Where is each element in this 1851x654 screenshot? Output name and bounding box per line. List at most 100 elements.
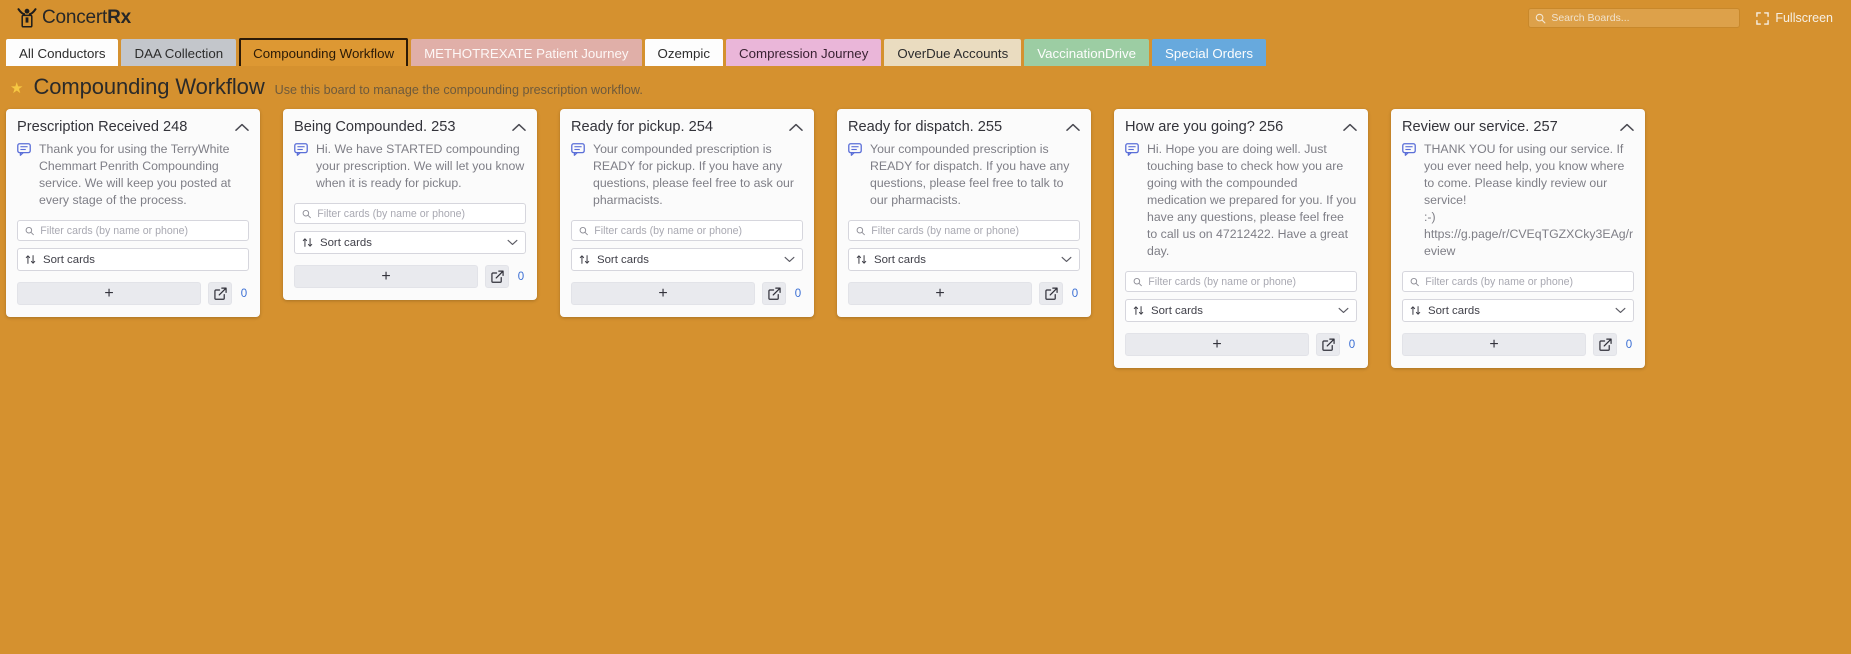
- sort-cards-label: Sort cards: [320, 236, 372, 249]
- add-card-button[interactable]: +: [571, 282, 755, 305]
- tab-all-conductors[interactable]: All Conductors: [6, 39, 119, 66]
- tab-overdue-accounts[interactable]: OverDue Accounts: [884, 39, 1022, 66]
- add-card-button[interactable]: +: [848, 282, 1032, 305]
- sort-arrows-icon: [1410, 306, 1421, 315]
- chevron-down-icon[interactable]: [1061, 256, 1072, 263]
- search-icon: [1133, 277, 1142, 286]
- plus-icon: +: [1489, 335, 1499, 353]
- column-title: Review our service. 257: [1402, 119, 1558, 135]
- sort-arrows-icon: [856, 255, 867, 264]
- filter-cards-field[interactable]: [17, 220, 249, 241]
- card-count-badge[interactable]: 0: [1347, 339, 1357, 351]
- tab-label: Ozempic: [657, 45, 711, 61]
- brand-logo-area[interactable]: ConcertRx: [14, 5, 131, 31]
- tab-compression-journey[interactable]: Compression Journey: [726, 39, 882, 66]
- star-icon[interactable]: ★: [10, 79, 23, 97]
- board-column: How are you going? 256 Hi. Hope you are …: [1114, 109, 1368, 368]
- sort-cards-select[interactable]: Sort cards: [1125, 299, 1357, 322]
- sort-cards-select[interactable]: Sort cards: [17, 248, 249, 271]
- tab-compounding-workflow[interactable]: Compounding Workflow: [239, 38, 409, 66]
- edit-column-button[interactable]: [485, 265, 509, 288]
- filter-cards-field[interactable]: [571, 220, 803, 241]
- chevron-up-icon[interactable]: [1343, 123, 1357, 132]
- column-message-text: Thank you for using the TerryWhite Chemm…: [39, 142, 235, 207]
- edit-square-icon: [1321, 338, 1335, 351]
- fullscreen-label: Fullscreen: [1775, 11, 1833, 25]
- card-count-badge[interactable]: 0: [1624, 339, 1634, 351]
- search-input[interactable]: [1551, 12, 1734, 24]
- edit-column-button[interactable]: [762, 282, 786, 305]
- add-card-button[interactable]: +: [1125, 333, 1309, 356]
- column-title: How are you going? 256: [1125, 119, 1284, 135]
- filter-cards-field[interactable]: [1402, 271, 1634, 292]
- chevron-up-icon[interactable]: [1066, 123, 1080, 132]
- chevron-down-icon[interactable]: [507, 239, 518, 246]
- tab-label: DAA Collection: [134, 45, 224, 61]
- plus-icon: +: [935, 284, 945, 302]
- edit-column-button[interactable]: [208, 282, 232, 305]
- tab-daa-collection[interactable]: DAA Collection: [121, 39, 237, 66]
- add-card-button[interactable]: +: [17, 282, 201, 305]
- tab-ozempic[interactable]: Ozempic: [644, 39, 724, 66]
- tab-label: OverDue Accounts: [897, 45, 1009, 61]
- column-actions: + 0: [294, 265, 526, 288]
- plus-icon: +: [1212, 335, 1222, 353]
- filter-cards-input[interactable]: [1148, 275, 1349, 288]
- chevron-down-icon[interactable]: [1615, 307, 1626, 314]
- column-title: Ready for pickup. 254: [571, 119, 713, 135]
- card-count-badge[interactable]: 0: [516, 271, 526, 283]
- edit-column-button[interactable]: [1593, 333, 1617, 356]
- search-icon: [579, 226, 588, 235]
- tab-vaccinationdrive[interactable]: VaccinationDrive: [1024, 39, 1150, 66]
- edit-column-button[interactable]: [1316, 333, 1340, 356]
- column-title: Ready for dispatch. 255: [848, 119, 1003, 135]
- sort-cards-select[interactable]: Sort cards: [294, 231, 526, 254]
- chevron-up-icon[interactable]: [789, 123, 803, 132]
- board-column: Ready for dispatch. 255 Your compounded …: [837, 109, 1091, 317]
- filter-cards-input[interactable]: [871, 224, 1072, 237]
- fullscreen-button[interactable]: Fullscreen: [1756, 11, 1837, 25]
- chevron-down-icon[interactable]: [1338, 307, 1349, 314]
- card-count-badge[interactable]: 0: [1070, 288, 1080, 300]
- tab-special-orders[interactable]: Special Orders: [1152, 39, 1266, 66]
- filter-cards-input[interactable]: [317, 207, 518, 220]
- tab-methotrexate-patient-journey[interactable]: METHOTREXATE Patient Journey: [411, 39, 642, 66]
- search-boards-box[interactable]: [1528, 8, 1741, 28]
- sort-arrows-icon: [302, 238, 313, 247]
- add-card-button[interactable]: +: [294, 265, 478, 288]
- chevron-down-icon[interactable]: [784, 256, 795, 263]
- card-count-badge[interactable]: 0: [239, 288, 249, 300]
- chevron-up-icon[interactable]: [512, 123, 526, 132]
- speech-bubble-icon: [1125, 143, 1139, 156]
- column-title: Prescription Received 248: [17, 119, 188, 135]
- filter-cards-field[interactable]: [1125, 271, 1357, 292]
- column-message: Your compounded prescription is READY fo…: [571, 141, 803, 209]
- column-actions: + 0: [17, 282, 249, 305]
- board-column: Ready for pickup. 254 Your compounded pr…: [560, 109, 814, 317]
- chevron-up-icon[interactable]: [1620, 123, 1634, 132]
- speech-bubble-icon: [1402, 143, 1416, 156]
- sort-cards-select[interactable]: Sort cards: [848, 248, 1080, 271]
- edit-column-button[interactable]: [1039, 282, 1063, 305]
- speech-bubble-icon: [571, 143, 585, 156]
- search-icon: [25, 226, 34, 235]
- filter-cards-input[interactable]: [594, 224, 795, 237]
- card-count-badge[interactable]: 0: [793, 288, 803, 300]
- board-columns: Prescription Received 248 Thank you for …: [0, 109, 1851, 368]
- sort-cards-label: Sort cards: [874, 253, 926, 266]
- filter-cards-input[interactable]: [1425, 275, 1626, 288]
- filter-cards-input[interactable]: [40, 224, 241, 237]
- add-card-button[interactable]: +: [1402, 333, 1586, 356]
- top-bar-right: Fullscreen: [1528, 8, 1837, 28]
- chevron-up-icon[interactable]: [235, 123, 249, 132]
- sort-cards-label: Sort cards: [43, 253, 95, 266]
- tab-label: Compression Journey: [739, 45, 869, 61]
- board-column: Being Compounded. 253 Hi. We have STARTE…: [283, 109, 537, 300]
- column-message-text: Your compounded prescription is READY fo…: [870, 142, 1073, 207]
- filter-cards-field[interactable]: [294, 203, 526, 224]
- sort-cards-select[interactable]: Sort cards: [571, 248, 803, 271]
- filter-cards-field[interactable]: [848, 220, 1080, 241]
- column-actions: + 0: [571, 282, 803, 305]
- edit-square-icon: [1598, 338, 1612, 351]
- sort-cards-select[interactable]: Sort cards: [1402, 299, 1634, 322]
